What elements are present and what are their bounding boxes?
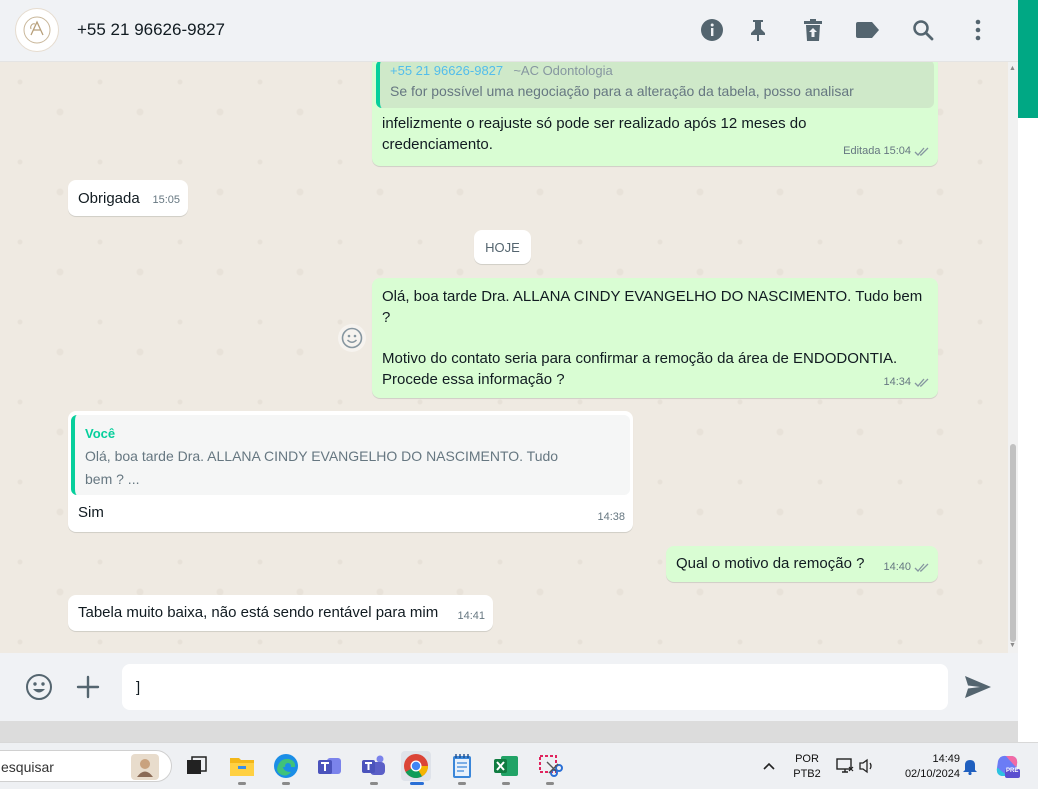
quoted-message[interactable]: Você Olá, boa tarde Dra. ALLANA CINDY EV… bbox=[71, 415, 630, 495]
edge-icon[interactable] bbox=[271, 751, 301, 781]
scroll-up-arrow[interactable]: ▲ bbox=[1009, 65, 1016, 72]
message-text-line: Olá, boa tarde Dra. ALLANA CINDY EVANGEL… bbox=[382, 288, 923, 305]
message-text: Qual o motivo da remoção ? bbox=[676, 555, 865, 572]
reaction-emoji-icon[interactable] bbox=[338, 324, 366, 352]
plus-icon[interactable] bbox=[72, 671, 104, 703]
quote-author: +55 21 96626-9827 bbox=[390, 63, 504, 78]
window-bottom-edge bbox=[0, 721, 1018, 742]
message-composer bbox=[0, 653, 1018, 721]
contact-avatar[interactable] bbox=[15, 8, 59, 52]
chrome-icon[interactable] bbox=[401, 751, 431, 781]
message-time: 14:40 bbox=[883, 561, 911, 573]
network-icon[interactable] bbox=[834, 751, 856, 781]
copilot-badge: PRE bbox=[1006, 768, 1019, 774]
app-running-indicator bbox=[546, 782, 554, 785]
label-icon[interactable] bbox=[855, 17, 881, 43]
notepad-icon[interactable] bbox=[447, 751, 477, 781]
search-highlight-icon[interactable] bbox=[131, 754, 159, 780]
clock[interactable]: 14:49 02/10/2024 bbox=[890, 752, 960, 782]
message-time: 14:38 bbox=[597, 511, 625, 523]
message-incoming[interactable]: Você Olá, boa tarde Dra. ALLANA CINDY EV… bbox=[68, 411, 633, 532]
message-time: 15:04 bbox=[883, 145, 911, 157]
message-text-line: Procede essa informação ? bbox=[382, 371, 565, 388]
message-time: 15:05 bbox=[152, 194, 180, 206]
app-running-indicator bbox=[370, 782, 378, 785]
message-outgoing[interactable]: Qual o motivo da remoção ? 14:40 bbox=[666, 546, 938, 582]
double-check-icon bbox=[914, 378, 929, 387]
double-check-icon bbox=[914, 147, 929, 156]
message-input[interactable] bbox=[122, 664, 948, 710]
quote-text-line: Olá, boa tarde Dra. ALLANA CINDY EVANGEL… bbox=[85, 448, 559, 464]
emoji-icon[interactable] bbox=[23, 671, 55, 703]
quote-text: Se for possível uma negociação para a al… bbox=[390, 83, 854, 99]
chat-header: +55 21 96626-9827 bbox=[0, 0, 1018, 62]
message-meta: Editada 15:04 bbox=[843, 141, 930, 162]
app-running-indicator bbox=[282, 782, 290, 785]
avatar-logo-icon bbox=[23, 16, 51, 44]
clock-date: 02/10/2024 bbox=[904, 768, 960, 780]
info-icon[interactable] bbox=[699, 17, 725, 43]
input-language-indicator[interactable]: POR PTB2 bbox=[790, 752, 824, 782]
file-explorer-icon[interactable] bbox=[227, 751, 257, 781]
notification-bell-icon[interactable] bbox=[958, 751, 982, 781]
message-text: Tabela muito baixa, não está sendo rentá… bbox=[78, 604, 439, 621]
send-icon[interactable] bbox=[962, 671, 994, 703]
app-active-indicator bbox=[410, 782, 424, 785]
task-view-icon[interactable] bbox=[182, 751, 212, 781]
message-text-line: infelizmente o reajuste só pode ser real… bbox=[382, 115, 807, 132]
scroll-down-arrow[interactable]: ▼ bbox=[1009, 642, 1016, 649]
message-time: 14:34 bbox=[883, 376, 911, 388]
app-running-indicator bbox=[238, 782, 246, 785]
snipping-tool-icon[interactable] bbox=[535, 751, 565, 781]
message-text-line: credenciamento. bbox=[382, 136, 493, 153]
message-text-line: Motivo do contato seria para confirmar a… bbox=[382, 350, 898, 367]
search-icon[interactable] bbox=[910, 17, 936, 43]
windows-taskbar: esquisar POR PTB2 14:49 02/10/2024 PRE bbox=[0, 742, 1038, 789]
message-text: Sim bbox=[78, 504, 104, 521]
teams-classic-icon[interactable] bbox=[315, 751, 345, 781]
message-meta: 14:34 bbox=[883, 372, 930, 393]
message-text: Obrigada bbox=[78, 190, 140, 207]
message-outgoing[interactable]: Olá, boa tarde Dra. ALLANA CINDY EVANGEL… bbox=[372, 278, 938, 398]
taskbar-search-box[interactable]: esquisar bbox=[0, 750, 172, 782]
contact-name[interactable]: +55 21 96626-9827 bbox=[77, 20, 225, 40]
message-outgoing[interactable]: +55 21 96626-9827 ~AC Odontologia Se for… bbox=[372, 62, 938, 166]
quote-author: Você bbox=[85, 426, 116, 441]
language-code: POR bbox=[795, 753, 819, 765]
quoted-message[interactable]: +55 21 96626-9827 ~AC Odontologia Se for… bbox=[376, 62, 934, 108]
app-running-indicator bbox=[458, 782, 466, 785]
teams-icon[interactable] bbox=[359, 751, 389, 781]
quote-text-line: bem ? ... bbox=[85, 471, 140, 487]
taskbar-search-text: esquisar bbox=[1, 759, 54, 775]
copilot-icon[interactable]: PRE bbox=[993, 751, 1021, 781]
menu-icon[interactable] bbox=[965, 17, 991, 43]
message-incoming[interactable]: Tabela muito baixa, não está sendo rentá… bbox=[68, 595, 493, 631]
delete-icon[interactable] bbox=[800, 17, 826, 43]
message-time: 14:41 bbox=[457, 610, 485, 622]
excel-icon[interactable] bbox=[491, 751, 521, 781]
chat-scrollbar-thumb[interactable] bbox=[1010, 444, 1016, 642]
clock-time: 14:49 bbox=[932, 753, 960, 765]
side-panel-accent bbox=[1018, 0, 1038, 118]
app-running-indicator bbox=[502, 782, 510, 785]
message-meta: 14:40 bbox=[883, 557, 930, 578]
keyboard-layout: PTB2 bbox=[793, 768, 821, 780]
message-text-line: ? bbox=[382, 309, 391, 326]
edited-label: Editada bbox=[843, 145, 881, 157]
chevron-up-icon[interactable] bbox=[755, 751, 783, 781]
pin-icon[interactable] bbox=[745, 17, 771, 43]
conversation-panel: +55 21 96626-9827 ~AC Odontologia Se for… bbox=[0, 62, 1018, 653]
quote-author-suffix: ~AC Odontologia bbox=[513, 63, 613, 78]
date-separator: HOJE bbox=[474, 230, 531, 264]
speaker-icon[interactable] bbox=[856, 751, 878, 781]
message-incoming[interactable]: Obrigada 15:05 bbox=[68, 180, 188, 216]
double-check-icon bbox=[914, 563, 929, 572]
